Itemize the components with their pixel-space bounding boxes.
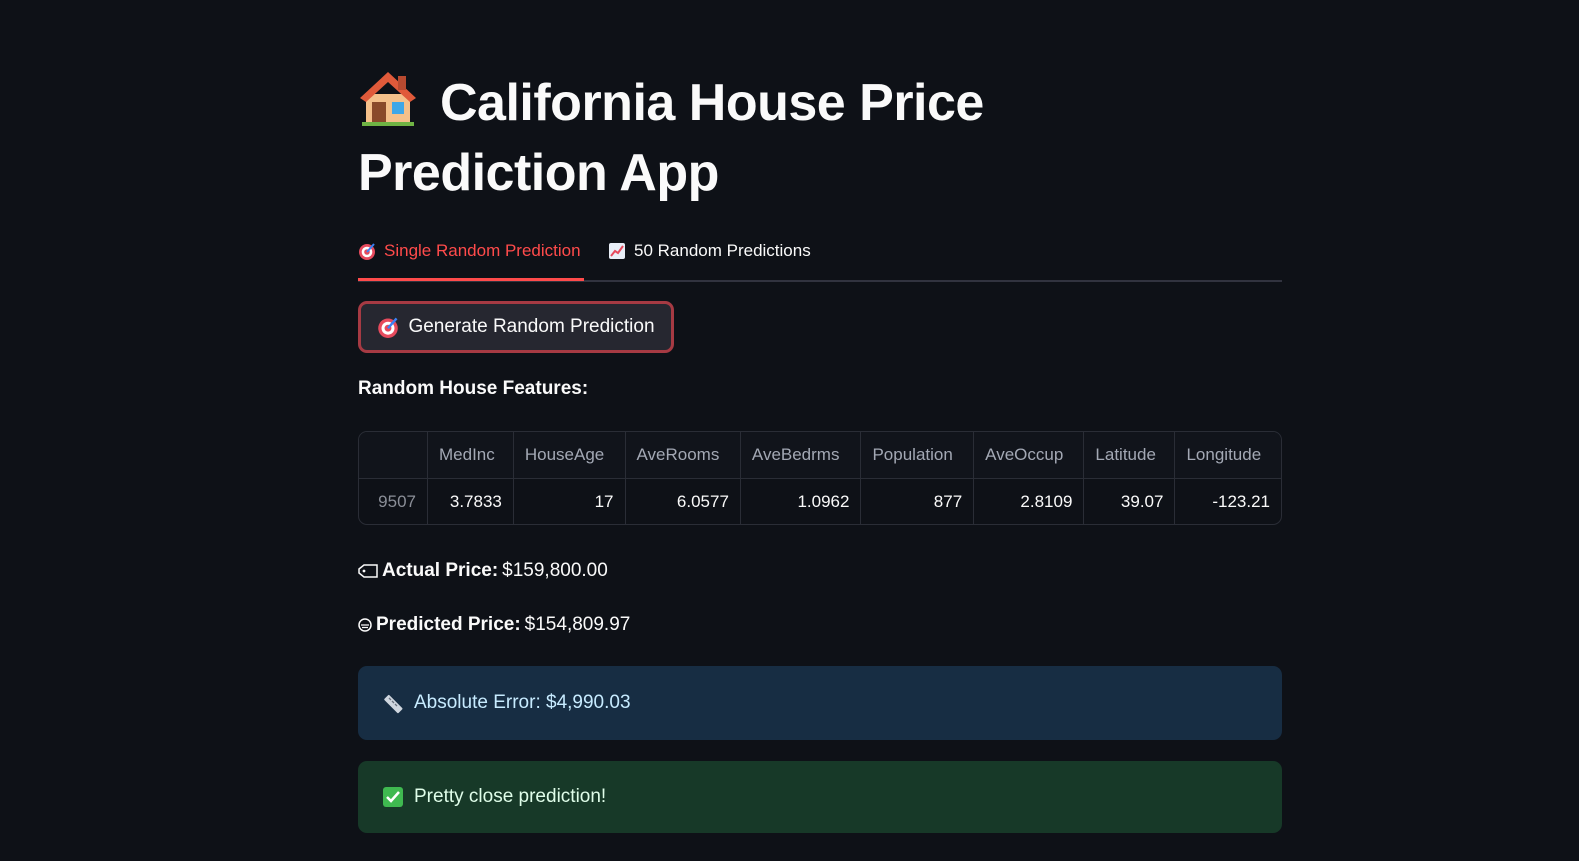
column-header[interactable]: AveOccup [973, 432, 1085, 479]
predicted-price: Predicted Price: $154,809.97 [358, 614, 630, 636]
chart-icon [609, 243, 625, 259]
table-row: 9507 3.7833 17 6.0577 1.0962 877 2.8109 … [359, 478, 1281, 524]
generate-button-label: Generate Random Prediction [408, 316, 655, 337]
tab-bar: Single Random Prediction 50 Random Predi… [358, 236, 1282, 282]
table-cell: 39.07 [1083, 478, 1176, 524]
check-mark-icon [383, 787, 403, 807]
column-header[interactable]: Longitude [1174, 432, 1281, 479]
table-cell: 2.8109 [973, 478, 1085, 524]
success-text: Pretty close prediction! [414, 786, 607, 807]
tag-icon [358, 564, 378, 578]
tab-label: 50 Random Predictions [634, 241, 811, 260]
house-icon [360, 72, 416, 126]
absolute-error-text: Absolute Error: $4,990.03 [414, 692, 631, 713]
table-cell: 6.0577 [625, 478, 741, 524]
tab-50-random-predictions[interactable]: 50 Random Predictions [608, 236, 818, 278]
tab-label: Single Random Prediction [384, 241, 581, 260]
predicted-price-label: Predicted Price: [376, 614, 521, 635]
table-cell: -123.21 [1212, 492, 1270, 511]
tab-single-random-prediction[interactable]: Single Random Prediction [358, 236, 584, 281]
actual-price-value: $159,800.00 [502, 560, 608, 581]
actual-price-label: Actual Price: [382, 560, 499, 581]
crystal-ball-icon [358, 618, 372, 632]
table-cell: 877 [860, 478, 975, 524]
absolute-error-alert: Absolute Error: $4,990.03 [358, 666, 1282, 740]
success-alert: Pretty close prediction! [358, 761, 1282, 833]
column-header[interactable]: AveBedrms [740, 432, 862, 479]
actual-price: Actual Price: $159,800.00 [358, 560, 608, 582]
page-title-text: California House Price Prediction App [358, 74, 984, 202]
table-cell: 1.0962 [740, 478, 862, 524]
column-header[interactable] [359, 432, 428, 479]
predicted-price-value: $154,809.97 [524, 614, 631, 635]
column-header[interactable]: AveRooms [625, 432, 741, 479]
table-cell: 3.7833 [427, 478, 514, 524]
column-header[interactable]: Population [860, 432, 975, 479]
target-icon [378, 317, 399, 338]
ruler-icon [384, 694, 403, 714]
table-cell: 17 [513, 478, 626, 524]
row-index: 9507 [359, 478, 428, 524]
generate-random-prediction-button[interactable]: Generate Random Prediction [358, 301, 674, 353]
column-header[interactable]: MedInc [427, 432, 514, 479]
column-header[interactable]: Latitude [1083, 432, 1176, 479]
target-icon [359, 243, 375, 260]
column-header[interactable]: HouseAge [513, 432, 626, 479]
table-header-row: MedInc HouseAge AveRooms AveBedrms Popul… [359, 432, 1281, 479]
features-table[interactable]: MedInc HouseAge AveRooms AveBedrms Popul… [358, 431, 1282, 525]
page-title: California House Price Prediction App [358, 68, 1058, 208]
features-heading: Random House Features: [358, 378, 589, 399]
